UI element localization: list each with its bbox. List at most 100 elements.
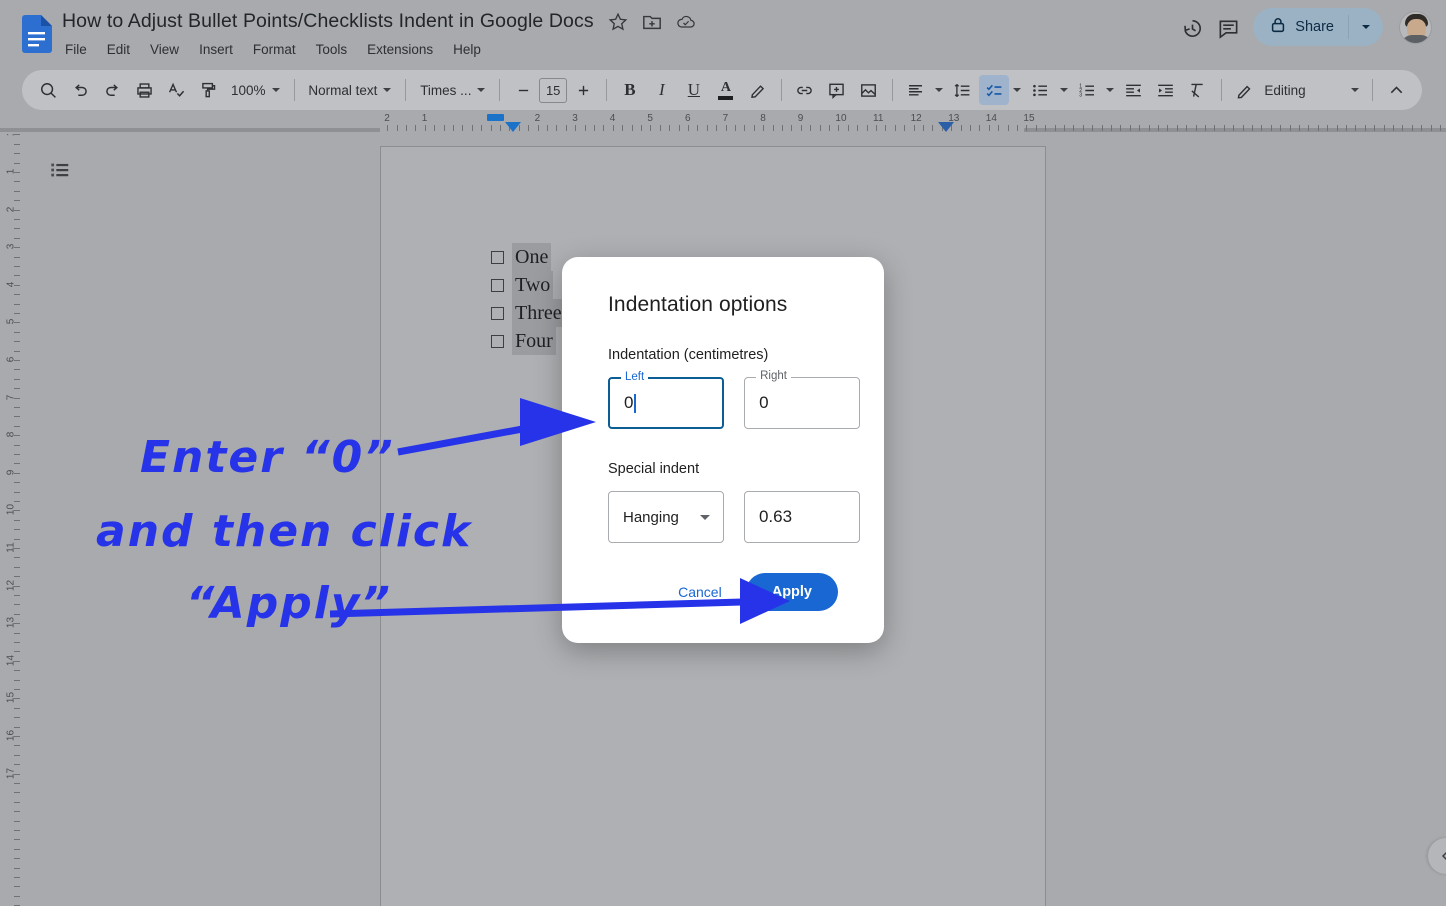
menu-item-insert[interactable]: Insert [189,40,243,59]
ruler-tick [14,717,20,718]
collapse-toolbar-icon[interactable] [1381,75,1411,105]
app-header: How to Adjust Bullet Points/Checklists I… [0,0,1446,66]
insert-image-icon[interactable] [854,75,884,105]
undo-icon[interactable] [65,75,95,105]
star-icon[interactable] [608,12,628,32]
special-indent-select[interactable]: Hanging [608,491,724,543]
print-icon[interactable] [129,75,159,105]
menu-item-edit[interactable]: Edit [97,40,140,59]
ruler-tick [1045,125,1046,131]
menu-item-extensions[interactable]: Extensions [357,40,443,59]
ruler-tick [754,125,755,131]
list-item[interactable]: Three [491,299,565,327]
ruler-tick-label: 5 [647,113,653,124]
ruler-tick [914,125,915,131]
clear-formatting-icon[interactable] [1183,75,1213,105]
checkbox-icon[interactable] [491,306,504,320]
numbered-list-icon[interactable]: 123 [1072,75,1102,105]
add-comment-icon[interactable] [822,75,852,105]
decrease-font-size-button[interactable] [508,75,538,105]
menu-item-format[interactable]: Format [243,40,306,59]
list-item[interactable]: One [491,243,565,271]
first-line-indent-marker[interactable] [505,122,521,132]
editing-mode-icon[interactable] [1229,75,1259,105]
move-to-folder-icon[interactable] [642,12,662,32]
text-color-icon[interactable]: A [711,75,741,105]
redo-icon[interactable] [97,75,127,105]
vertical-ruler[interactable]: 11234567891011121314151617 [0,134,22,906]
share-dropdown-caret[interactable] [1349,25,1383,29]
ruler-tick [1158,125,1159,131]
left-indent-marker[interactable] [487,114,504,121]
menu-item-help[interactable]: Help [443,40,491,59]
ruler-tick-label: 15 [1023,113,1035,124]
special-indent-amount-field[interactable]: 0.63 [743,491,860,543]
decrease-indent-icon[interactable] [1119,75,1149,105]
version-history-icon[interactable] [1181,17,1202,37]
editing-mode-label[interactable]: Editing [1264,83,1305,98]
share-button[interactable]: Share [1253,8,1383,46]
collapse-panel-icon[interactable] [1428,838,1446,874]
avatar[interactable] [1399,10,1432,44]
checklist-dropdown-caret[interactable] [1010,75,1025,105]
increase-font-size-button[interactable] [568,75,598,105]
ruler-tick [14,680,20,681]
ruler-tick [14,294,20,295]
horizontal-ruler[interactable]: 21123456789101112131415 [0,112,1446,134]
list-item[interactable]: Two [491,271,565,299]
ruler-tick-label: 14 [985,113,997,124]
bulleted-list-dropdown-caret[interactable] [1057,75,1072,105]
ruler-tick-label: 3 [572,113,578,124]
ruler-tick [14,257,20,258]
menu-item-tools[interactable]: Tools [306,40,358,59]
insert-link-icon[interactable] [790,75,820,105]
zoom-dropdown[interactable]: 100% [224,75,287,105]
ruler-tick-label: 9 [797,113,804,124]
right-indent-label: Right [756,370,791,382]
cancel-button[interactable]: Cancel [664,575,736,609]
google-docs-icon[interactable] [22,15,52,53]
align-icon[interactable] [901,75,931,105]
ruler-tick [14,238,20,239]
list-item[interactable]: Four [491,327,565,355]
ruler-tick [1224,125,1225,131]
paint-format-icon[interactable] [193,75,223,105]
checklist-icon[interactable] [979,75,1010,105]
right-indent-field[interactable]: Right 0 [744,370,860,429]
search-icon[interactable] [33,75,63,105]
checkbox-icon[interactable] [491,278,504,292]
cloud-saved-icon[interactable] [676,12,696,32]
align-dropdown-caret[interactable] [932,75,947,105]
comment-history-icon[interactable] [1217,17,1238,39]
style-value: Normal text [308,82,378,98]
menu-item-view[interactable]: View [140,40,189,59]
menu-item-file[interactable]: File [62,40,97,59]
checklist[interactable]: One Two Three Four [491,243,565,355]
left-indent-field[interactable]: Left 0 [608,371,725,429]
font-size-input[interactable]: 15 [539,77,568,103]
italic-icon[interactable]: I [647,75,677,105]
ruler-tick [14,651,20,652]
ruler-tick [14,210,20,211]
right-indent-marker[interactable] [938,122,954,132]
numbered-list-dropdown-caret[interactable] [1103,75,1118,105]
apply-button[interactable]: Apply [745,573,838,611]
bold-icon[interactable]: B [615,75,645,105]
highlight-color-icon[interactable] [743,75,773,105]
document-outline-icon[interactable] [42,152,78,188]
increase-indent-icon[interactable] [1151,75,1181,105]
editing-mode-caret[interactable] [1348,75,1363,105]
font-family-dropdown[interactable]: Times ... [413,75,492,105]
line-spacing-icon[interactable] [947,75,977,105]
ruler-tick [14,792,20,793]
ruler-tick [538,125,539,131]
spellcheck-icon[interactable] [161,75,191,105]
page-title[interactable]: How to Adjust Bullet Points/Checklists I… [62,10,594,33]
checkbox-icon[interactable] [491,334,504,348]
ruler-tick [14,332,20,333]
bulleted-list-icon[interactable] [1026,75,1056,105]
checkbox-icon[interactable] [491,250,504,264]
paragraph-style-dropdown[interactable]: Normal text [301,75,398,105]
underline-icon[interactable]: U [679,75,709,105]
ruler-tick [1167,125,1168,131]
